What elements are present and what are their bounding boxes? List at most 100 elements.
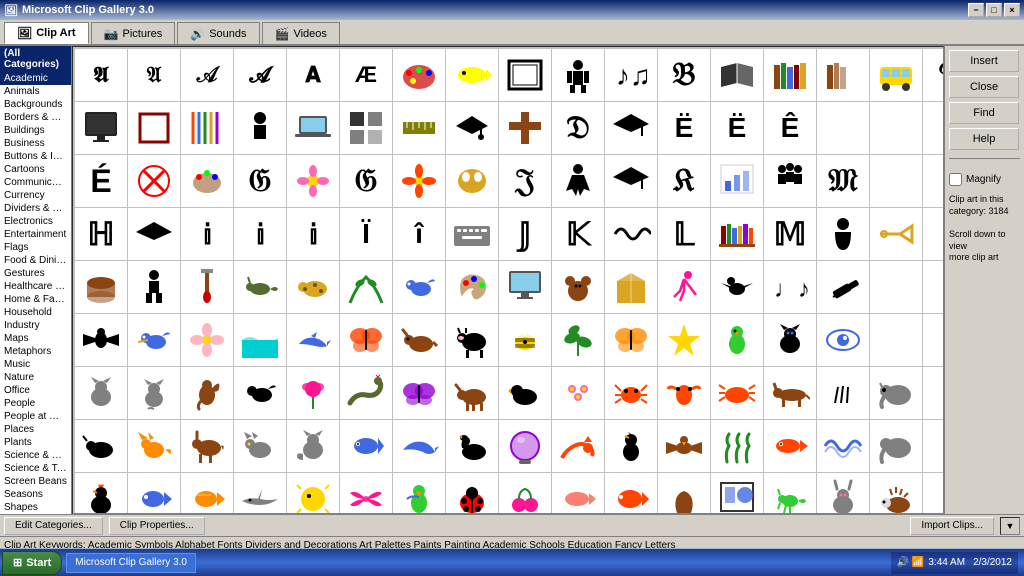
clip-item[interactable] <box>340 261 392 313</box>
clip-item[interactable] <box>446 420 498 472</box>
find-button[interactable]: Find <box>949 102 1019 124</box>
clip-item[interactable] <box>605 473 657 514</box>
sidebar-item-electronics[interactable]: Electronics <box>0 215 71 228</box>
sidebar-item-dividers[interactable]: Dividers & Decorator <box>0 202 71 215</box>
clip-item[interactable] <box>817 102 869 154</box>
sidebar-item-household[interactable]: Household <box>0 306 71 319</box>
clip-item[interactable] <box>446 473 498 514</box>
clip-item[interactable] <box>499 261 551 313</box>
clip-item[interactable] <box>446 155 498 207</box>
clip-item[interactable] <box>605 102 657 154</box>
clip-item[interactable] <box>128 261 180 313</box>
clip-item[interactable] <box>234 420 286 472</box>
clip-item[interactable] <box>658 261 710 313</box>
clip-item[interactable] <box>711 473 763 514</box>
clip-art-content[interactable]: 𝕬𝔄𝒜𝓐𝐀Æ♪♫𝔅𝒞𝔇ËËÊÉ𝔊𝔊𝔍𝔎𝔐ℍ𝕚𝕚𝕚Ïî𝕁𝕂𝕃𝕄♩♪ <box>72 46 944 514</box>
clip-item[interactable] <box>446 49 498 101</box>
clip-item[interactable] <box>605 314 657 366</box>
clip-item[interactable] <box>552 314 604 366</box>
clip-item[interactable] <box>393 367 445 419</box>
clip-item[interactable] <box>764 367 816 419</box>
clip-item[interactable]: Ë <box>658 102 710 154</box>
clip-item[interactable] <box>181 261 233 313</box>
clip-item[interactable] <box>817 49 869 101</box>
clip-item[interactable] <box>287 155 339 207</box>
clip-item[interactable] <box>870 314 922 366</box>
clip-item[interactable] <box>817 314 869 366</box>
clip-item[interactable] <box>870 261 922 313</box>
clip-item[interactable]: É <box>75 155 127 207</box>
clip-item[interactable] <box>764 49 816 101</box>
sidebar-item-borders[interactable]: Borders & Frames <box>0 111 71 124</box>
clip-item[interactable] <box>128 473 180 514</box>
clip-item[interactable] <box>870 367 922 419</box>
clip-item[interactable] <box>711 367 763 419</box>
clip-item[interactable] <box>764 473 816 514</box>
clip-item[interactable] <box>711 49 763 101</box>
clip-item[interactable] <box>552 473 604 514</box>
clip-item[interactable] <box>128 367 180 419</box>
clip-item[interactable] <box>923 208 944 260</box>
clip-item[interactable] <box>764 155 816 207</box>
clip-item[interactable] <box>181 473 233 514</box>
clip-item[interactable] <box>287 473 339 514</box>
sidebar-item-currency[interactable]: Currency <box>0 189 71 202</box>
clip-item[interactable] <box>711 155 763 207</box>
clip-item[interactable] <box>499 473 551 514</box>
clip-item[interactable] <box>446 208 498 260</box>
clip-item[interactable] <box>658 367 710 419</box>
clip-item[interactable] <box>552 367 604 419</box>
clip-item[interactable]: Ë <box>711 102 763 154</box>
sidebar-item-science-tech[interactable]: Science & Technolo... <box>0 462 71 475</box>
sidebar-item-comm[interactable]: Communication <box>0 176 71 189</box>
clip-item[interactable]: 𝕚 <box>181 208 233 260</box>
maximize-button[interactable]: □ <box>986 3 1002 17</box>
clip-item[interactable]: ♩♪ <box>764 261 816 313</box>
clip-item[interactable] <box>870 473 922 514</box>
clip-item[interactable] <box>499 49 551 101</box>
clip-item[interactable] <box>817 208 869 260</box>
sidebar-item-metaphors[interactable]: Metaphors <box>0 345 71 358</box>
clip-item[interactable]: 𝔊 <box>340 155 392 207</box>
clip-item[interactable] <box>923 314 944 366</box>
clip-item[interactable]: 𝔅 <box>658 49 710 101</box>
tab-videos[interactable]: 🎬 Videos <box>262 22 340 44</box>
clip-item[interactable] <box>234 473 286 514</box>
sidebar-item-animals[interactable]: Animals <box>0 85 71 98</box>
clip-item[interactable] <box>817 367 869 419</box>
clip-item[interactable] <box>393 102 445 154</box>
clip-item[interactable] <box>658 420 710 472</box>
clip-item[interactable] <box>393 473 445 514</box>
clip-item[interactable] <box>340 314 392 366</box>
clip-item[interactable] <box>711 261 763 313</box>
clip-item[interactable] <box>75 102 127 154</box>
clip-item[interactable]: î <box>393 208 445 260</box>
clip-item[interactable] <box>711 208 763 260</box>
clip-item[interactable] <box>128 420 180 472</box>
sidebar-item-healthcare[interactable]: Healthcare & Medicin <box>0 280 71 293</box>
clip-item[interactable] <box>764 420 816 472</box>
clip-item[interactable] <box>605 420 657 472</box>
sidebar-item-seasons[interactable]: Seasons <box>0 488 71 501</box>
clip-item[interactable] <box>287 261 339 313</box>
clip-item[interactable] <box>711 314 763 366</box>
clip-item[interactable]: Ê <box>764 102 816 154</box>
clip-item[interactable] <box>605 261 657 313</box>
sidebar-item-buildings[interactable]: Buildings <box>0 124 71 137</box>
clip-item[interactable] <box>605 208 657 260</box>
sidebar-item-cartoons[interactable]: Cartoons <box>0 163 71 176</box>
tab-sounds[interactable]: 🔊 Sounds <box>177 22 259 44</box>
clip-item[interactable] <box>75 261 127 313</box>
clip-item[interactable]: 𝒞 <box>923 49 944 101</box>
sidebar-item-science-med[interactable]: Science & Medicine <box>0 449 71 462</box>
sidebar-item-places[interactable]: Places <box>0 423 71 436</box>
insert-button[interactable]: Insert <box>949 50 1019 72</box>
help-button[interactable]: Help <box>949 128 1019 150</box>
sidebar-item-flags[interactable]: Flags <box>0 241 71 254</box>
clip-item[interactable] <box>234 102 286 154</box>
clip-item[interactable] <box>923 367 944 419</box>
clip-item[interactable] <box>287 420 339 472</box>
clip-item[interactable] <box>128 155 180 207</box>
sidebar-item-gestures[interactable]: Gestures <box>0 267 71 280</box>
clip-item[interactable]: 𝕁 <box>499 208 551 260</box>
